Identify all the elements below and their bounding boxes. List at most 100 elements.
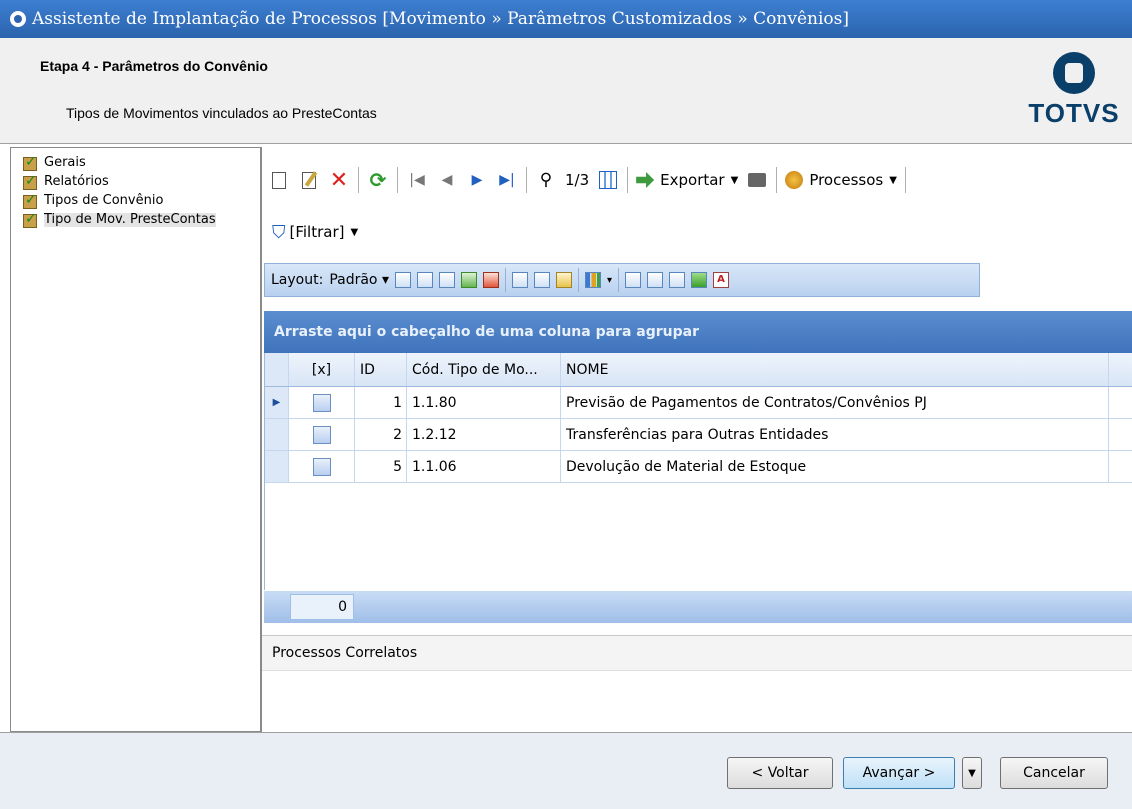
layout-toolbar: Layout: Padrão ▾ ▾ A (264, 263, 980, 297)
tree-item-label: Relatórios (44, 174, 109, 189)
export-arrow-icon (636, 172, 655, 188)
last-record-button[interactable]: ▶| (496, 168, 518, 192)
processes-gear-icon (785, 171, 804, 189)
find-button[interactable]: ⚲ (535, 168, 557, 192)
chevron-down-icon[interactable]: ▾ (607, 275, 612, 286)
wizard-header: Etapa 4 - Parâmetros do Convênio Tipos d… (0, 38, 1132, 144)
sum-icon[interactable] (533, 272, 550, 288)
cancel-button[interactable]: Cancelar (1000, 757, 1108, 789)
toolbar-separator (358, 167, 359, 193)
cell-id: 1 (355, 387, 407, 418)
column-header-id[interactable]: ID (355, 353, 407, 386)
next-record-button[interactable]: ▶ (466, 168, 488, 192)
font-icon[interactable]: A (713, 272, 730, 288)
cell-id: 2 (355, 419, 407, 450)
new-button[interactable] (268, 168, 290, 192)
column-header-nome[interactable]: NOME (561, 353, 1109, 386)
layout-preset-dropdown[interactable]: Padrão ▾ (329, 272, 389, 288)
app-icon (10, 11, 26, 27)
edit-icon (302, 171, 316, 189)
view-card-icon[interactable] (647, 272, 664, 288)
save-layout-icon[interactable] (394, 272, 411, 288)
check-icon (23, 174, 37, 190)
first-record-button[interactable]: |◀ (406, 168, 428, 192)
back-button[interactable]: < Voltar (727, 757, 833, 789)
processes-button[interactable]: Processos ▼ (785, 168, 897, 192)
toolbar-separator (776, 167, 778, 193)
cell-nome: Transferências para Outras Entidades (561, 419, 1109, 450)
logo-orb-icon (1053, 52, 1095, 94)
row-indicator-header (265, 353, 289, 386)
import-layout-icon[interactable] (460, 272, 477, 288)
grid-view-button[interactable] (597, 168, 619, 192)
export-layout-icon[interactable] (482, 272, 499, 288)
wizard-buttons-bar: < Voltar Avançar > Cancelar (0, 732, 1132, 809)
view-highlight-icon[interactable] (691, 272, 708, 288)
delete-button[interactable]: ✕ (328, 167, 350, 193)
next-button[interactable]: Avançar > (843, 757, 955, 789)
row-indicator: ▶ (265, 387, 289, 418)
table-row[interactable]: 5 1.1.06 Devolução de Material de Estoqu… (265, 451, 1132, 483)
footer-count: 0 (290, 594, 354, 620)
record-position: 1/3 (565, 171, 590, 189)
row-select-cell (289, 387, 355, 418)
table-row[interactable]: 2 1.2.12 Transferências para Outras Enti… (265, 419, 1132, 451)
row-checkbox[interactable] (312, 393, 331, 412)
grid-icon (599, 171, 618, 189)
grid-footer: 0 (264, 591, 1132, 623)
main-pane: ✕ ⟳ |◀ ◀ ▶ ▶| ⚲ 1/3 Exportar ▼ Processos… (262, 147, 1132, 732)
columns-icon[interactable] (438, 272, 455, 288)
column-header-code[interactable]: Cód. Tipo de Mo... (407, 353, 561, 386)
data-grid: [x] ID Cód. Tipo de Mo... NOME ▶ 1 1.1.8… (264, 353, 1132, 590)
row-select-cell (289, 419, 355, 450)
export-button[interactable]: Exportar ▼ (636, 168, 738, 192)
related-processes-header: Processos Correlatos (262, 635, 1132, 671)
toolbar-separator (526, 167, 527, 193)
next-dropdown-button[interactable] (962, 757, 982, 789)
totvs-logo: TOTVS (1024, 52, 1124, 134)
save-as-layout-icon[interactable] (416, 272, 433, 288)
refresh-button[interactable]: ⟳ (367, 168, 389, 192)
group-by-area[interactable]: Arraste aqui o cabeçalho de uma coluna p… (264, 311, 1132, 353)
layout-label: Layout: (271, 272, 324, 288)
step-description: Tipos de Movimentos vinculados ao Preste… (66, 105, 377, 121)
next-icon: ▶ (471, 172, 483, 188)
row-checkbox[interactable] (312, 425, 331, 444)
view-form-icon[interactable] (669, 272, 686, 288)
toolbar-separator (397, 167, 398, 193)
cell-code: 1.2.12 (407, 419, 561, 450)
tree-item-tipo-mov-prestecontas[interactable]: Tipo de Mov. PresteContas (11, 212, 260, 232)
window-title: Assistente de Implantação de Processos [… (32, 9, 849, 29)
cell-id: 5 (355, 451, 407, 482)
cell-nome: Previsão de Pagamentos de Contratos/Conv… (561, 387, 1109, 418)
chart-icon[interactable] (584, 272, 601, 288)
export-label: Exportar (660, 171, 725, 189)
filter-label: [Filtrar] (289, 223, 345, 241)
view-grid-icon[interactable] (625, 272, 642, 288)
tree-item-tipos-convenio[interactable]: Tipos de Convênio (11, 193, 260, 213)
check-icon (23, 212, 37, 228)
toolbar-separator (904, 167, 906, 193)
group-icon[interactable] (511, 272, 528, 288)
row-checkbox[interactable] (312, 457, 331, 476)
delete-x-icon: ✕ (329, 167, 349, 193)
new-document-icon (272, 171, 286, 189)
filter-icon: ⛉ (272, 221, 286, 243)
column-header-select[interactable]: [x] (289, 353, 355, 386)
grid-header-row: [x] ID Cód. Tipo de Mo... NOME (265, 353, 1132, 387)
previous-record-button[interactable]: ◀ (436, 168, 458, 192)
tree-item-gerais[interactable]: Gerais (11, 155, 260, 175)
tree-item-relatorios[interactable]: Relatórios (11, 174, 260, 194)
step-title: Etapa 4 - Parâmetros do Convênio (40, 58, 268, 74)
edit-button[interactable] (298, 168, 320, 192)
last-icon: ▶| (499, 172, 515, 188)
current-row-arrow-icon: ▶ (272, 397, 281, 408)
processes-label: Processos (809, 171, 884, 189)
table-row[interactable]: ▶ 1 1.1.80 Previsão de Pagamentos de Con… (265, 387, 1132, 419)
refresh-icon: ⟳ (369, 168, 387, 192)
format-icon[interactable] (555, 272, 572, 288)
print-button[interactable] (746, 168, 768, 192)
record-toolbar: ✕ ⟳ |◀ ◀ ▶ ▶| ⚲ 1/3 Exportar ▼ Processos… (262, 147, 1132, 213)
chevron-down-icon: ▼ (350, 226, 359, 238)
filter-button[interactable]: ⛉ [Filtrar] ▼ (262, 217, 358, 247)
